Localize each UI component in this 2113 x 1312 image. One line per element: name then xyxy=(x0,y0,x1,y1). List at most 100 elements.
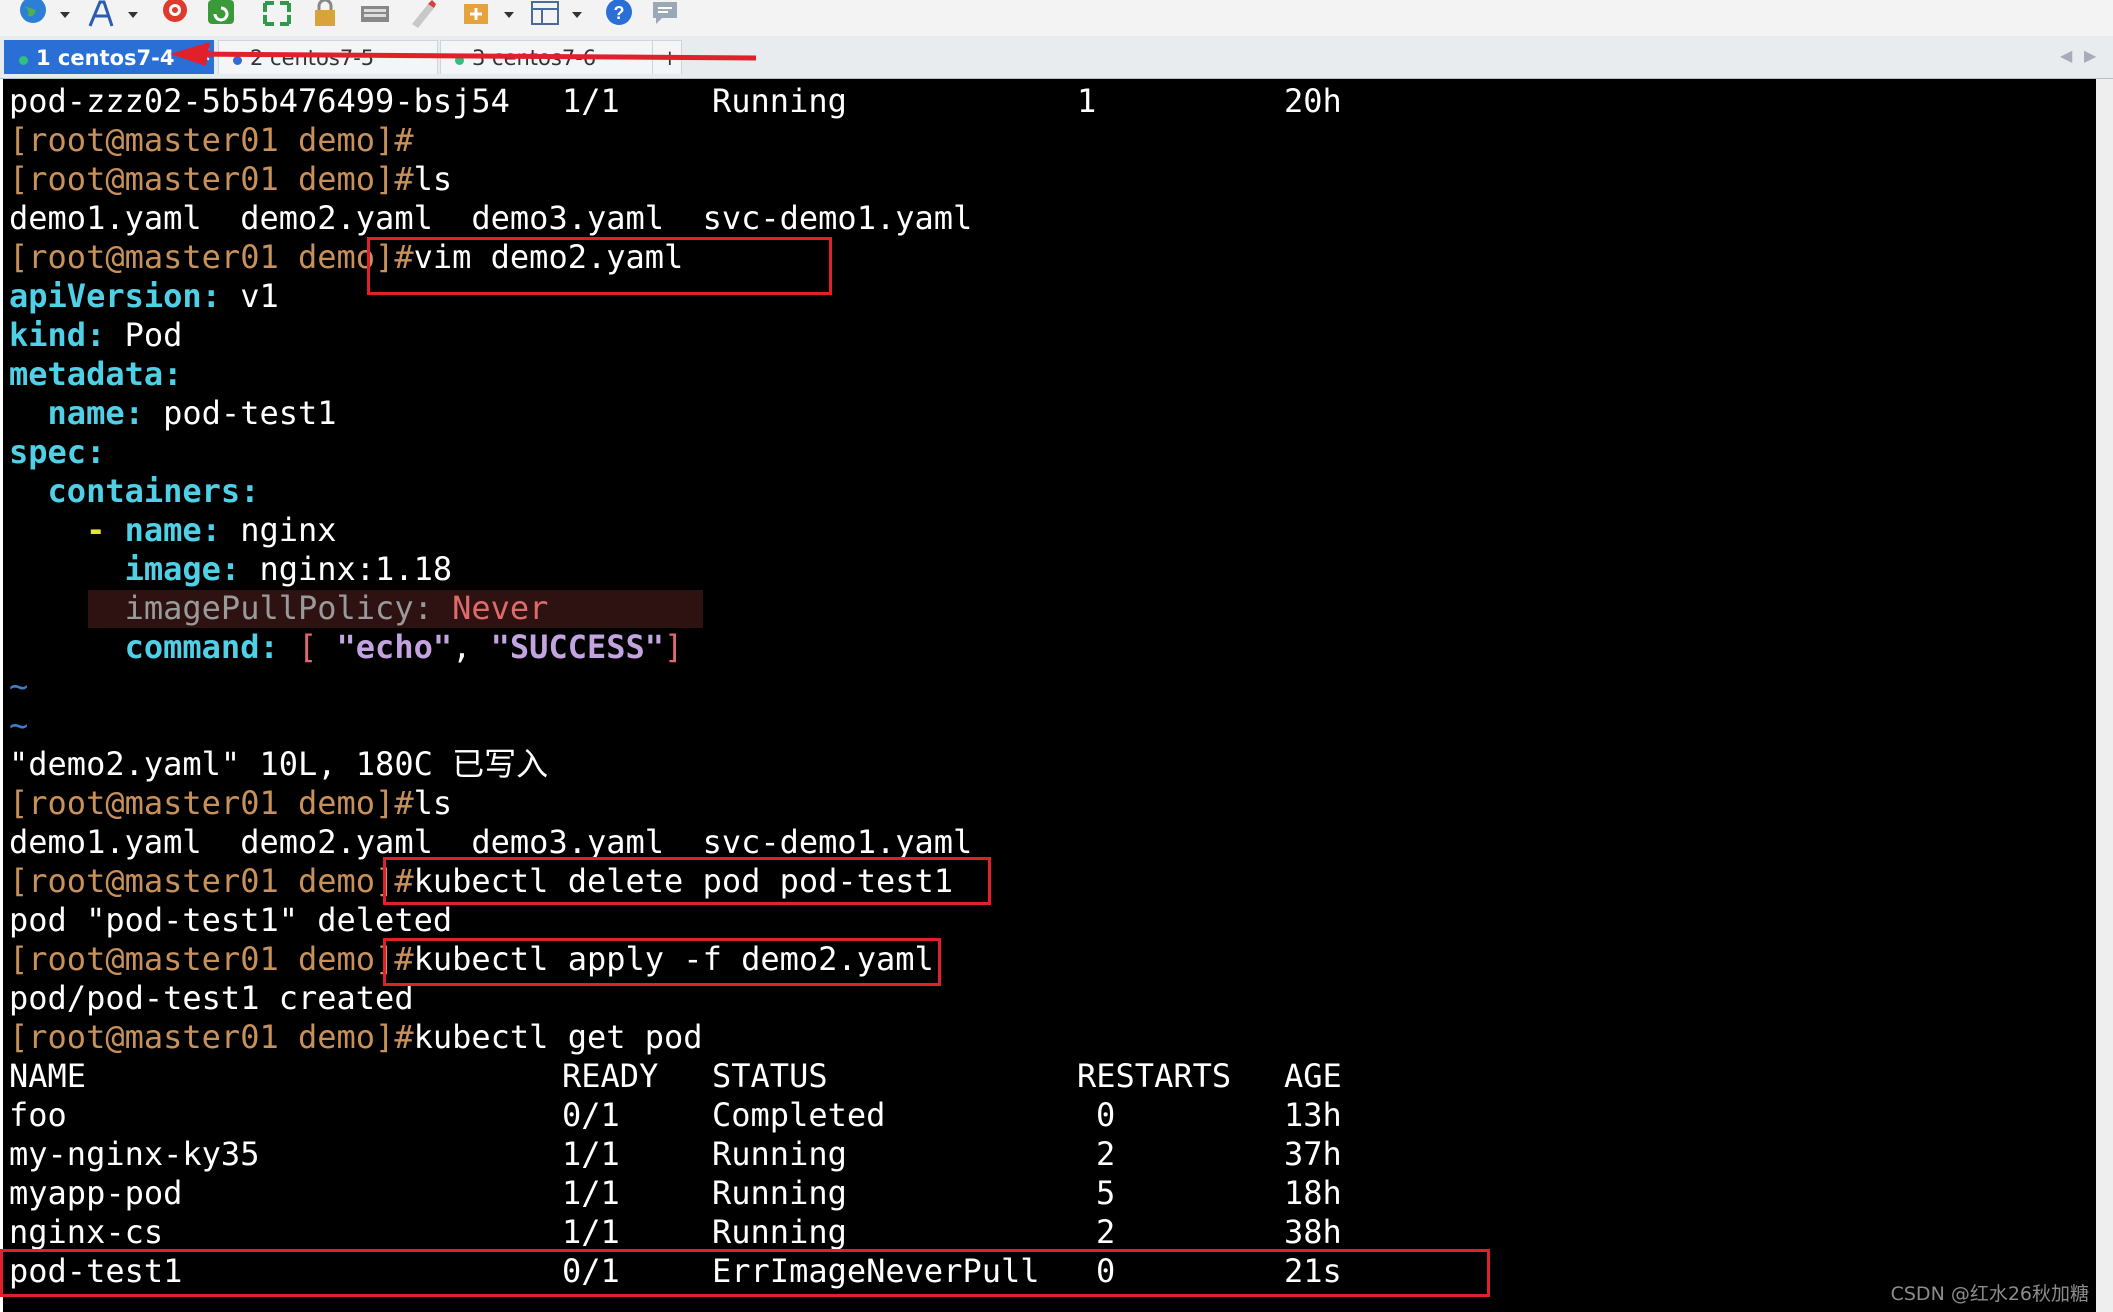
yaml-bracket: ] xyxy=(664,628,684,666)
pod-restarts: 0 xyxy=(1096,1096,1116,1134)
table-row: my-nginx-ky35 1/1 Running 2 37h xyxy=(9,1135,1409,1174)
pod-ready: 1/1 xyxy=(562,1135,620,1173)
status-dot-icon xyxy=(19,56,28,65)
pod-restarts: 5 xyxy=(1096,1174,1116,1212)
fullscreen-icon[interactable] xyxy=(262,0,292,30)
annotation-box xyxy=(0,1249,1490,1297)
annotation-box xyxy=(383,857,991,905)
shell-prompt: [root@master01 demo]# xyxy=(9,862,414,900)
pod-name: my-nginx-ky35 xyxy=(9,1135,260,1173)
yaml-line: command: [ "echo", "SUCCESS"] xyxy=(124,628,684,666)
yaml-separator: , xyxy=(452,628,472,666)
chat-icon[interactable] xyxy=(650,0,680,30)
yaml-line: containers: xyxy=(47,472,260,510)
yaml-key: spec xyxy=(9,433,87,471)
chevron-down-icon[interactable] xyxy=(504,12,514,18)
yaml-value: pod-test1 xyxy=(163,394,337,432)
pod-status: Running xyxy=(712,1135,847,1173)
yaml-value: Never xyxy=(452,589,549,627)
pod-age: 20h xyxy=(1284,82,1342,120)
yaml-key: containers xyxy=(47,472,241,510)
yaml-value: nginx:1.18 xyxy=(259,550,453,588)
table-row: nginx-cs 1/1 Running 2 38h xyxy=(9,1213,1409,1252)
chevron-down-icon[interactable] xyxy=(572,12,582,18)
yaml-line: image: nginx:1.18 xyxy=(124,550,453,588)
table-row: foo 0/1 Completed 0 13h xyxy=(9,1096,1409,1135)
chevron-left-icon[interactable]: ◀ xyxy=(2060,46,2072,65)
vim-write-message: "demo2.yaml" 10L, 180C 已写入 xyxy=(9,745,549,783)
add-session-icon[interactable] xyxy=(462,0,492,30)
table-row: myapp-pod 1/1 Running 5 18h xyxy=(9,1174,1409,1213)
command-text: kubectl get pod xyxy=(413,1018,703,1056)
pod-ready: 0/1 xyxy=(562,1096,620,1134)
command-line: [root@master01 demo]#ls xyxy=(9,160,452,199)
pod-name: foo xyxy=(9,1096,67,1134)
pod-age: 37h xyxy=(1284,1135,1342,1173)
command-text: ls xyxy=(413,160,453,198)
yaml-line: apiVersion: v1 xyxy=(9,277,279,315)
keyboard-icon[interactable] xyxy=(360,0,390,30)
pod-name: myapp-pod xyxy=(9,1174,183,1212)
vim-empty-line: ~ xyxy=(9,667,29,705)
yaml-key: metadata xyxy=(9,355,164,393)
yaml-line: metadata: xyxy=(9,355,183,393)
column-header: RESTARTS xyxy=(1077,1057,1232,1095)
yaml-value: nginx xyxy=(240,511,337,549)
pod-restarts: 2 xyxy=(1096,1213,1116,1251)
tab-label: 1 centos7-4 xyxy=(36,46,175,70)
ls-output: demo1.yaml demo2.yaml demo3.yaml svc-dem… xyxy=(9,199,973,237)
apply-output: pod/pod-test1 created xyxy=(9,979,414,1017)
pod-name: pod-zzz02-5b5b476499-bsj54 xyxy=(9,82,510,120)
pod-age: 18h xyxy=(1284,1174,1342,1212)
yaml-line: - name: nginx xyxy=(86,511,337,549)
command-text: ls xyxy=(413,784,453,822)
yaml-key: name xyxy=(124,511,202,549)
terminal-scrollbar[interactable] xyxy=(2096,79,2113,1312)
yaml-key: apiVersion xyxy=(9,277,202,315)
lock-icon[interactable] xyxy=(310,0,340,30)
terminal-output[interactable]: pod-zzz02-5b5b476499-bsj54 1/1 Running 1… xyxy=(3,79,2096,1312)
column-header: AGE xyxy=(1284,1057,1342,1095)
yaml-key: kind xyxy=(9,316,87,354)
yaml-line: name: pod-test1 xyxy=(47,394,337,432)
annotation-box xyxy=(367,237,832,295)
yaml-value: Pod xyxy=(124,316,183,354)
pod-status: Completed xyxy=(712,1096,886,1134)
yaml-line: kind: Pod xyxy=(9,316,183,354)
refresh-icon[interactable] xyxy=(206,0,236,30)
yaml-key: image xyxy=(124,550,221,588)
swirl-icon[interactable] xyxy=(160,0,190,30)
command-line: [root@master01 demo]#kubectl get pod xyxy=(9,1018,703,1057)
pod-status: Running xyxy=(712,1174,847,1212)
yaml-key: command xyxy=(124,628,260,666)
yaml-bracket: [ xyxy=(297,628,318,666)
font-icon[interactable] xyxy=(86,0,116,30)
pod-ready: 1/1 xyxy=(562,82,620,120)
table-header: NAME READY STATUS RESTARTS AGE xyxy=(9,1057,1409,1096)
yaml-key: imagePullPolicy xyxy=(124,589,414,627)
chevron-down-icon[interactable] xyxy=(60,12,70,18)
yaml-string: "SUCCESS" xyxy=(490,628,665,666)
watermark: CSDN @红水26秋加糖 xyxy=(1890,1283,2089,1305)
shell-prompt: [root@master01 demo]# xyxy=(9,160,414,198)
annotation-box xyxy=(383,938,941,986)
pen-icon[interactable] xyxy=(408,0,438,30)
chevron-right-icon[interactable]: ▶ xyxy=(2084,46,2096,65)
column-header: NAME xyxy=(9,1057,87,1095)
yaml-string: "echo" xyxy=(336,628,453,666)
shell-prompt: [root@master01 demo]# xyxy=(9,784,414,822)
chevron-down-icon[interactable] xyxy=(128,12,138,18)
pod-row: pod-zzz02-5b5b476499-bsj54 1/1 Running 1… xyxy=(9,82,1409,121)
pod-restarts: 2 xyxy=(1096,1135,1116,1173)
pod-ready: 1/1 xyxy=(562,1174,620,1212)
column-header: READY xyxy=(562,1057,659,1095)
pod-restarts: 1 xyxy=(1077,82,1097,120)
annotation-arrow xyxy=(170,42,757,66)
toolbar: ? xyxy=(0,0,2113,36)
help-icon[interactable]: ? xyxy=(604,0,634,30)
yaml-line: imagePullPolicy: Never xyxy=(124,589,549,627)
pod-age: 13h xyxy=(1284,1096,1342,1134)
shell-prompt: [root@master01 demo]# xyxy=(9,238,414,276)
globe-icon[interactable] xyxy=(18,0,48,30)
layout-icon[interactable] xyxy=(530,0,560,30)
